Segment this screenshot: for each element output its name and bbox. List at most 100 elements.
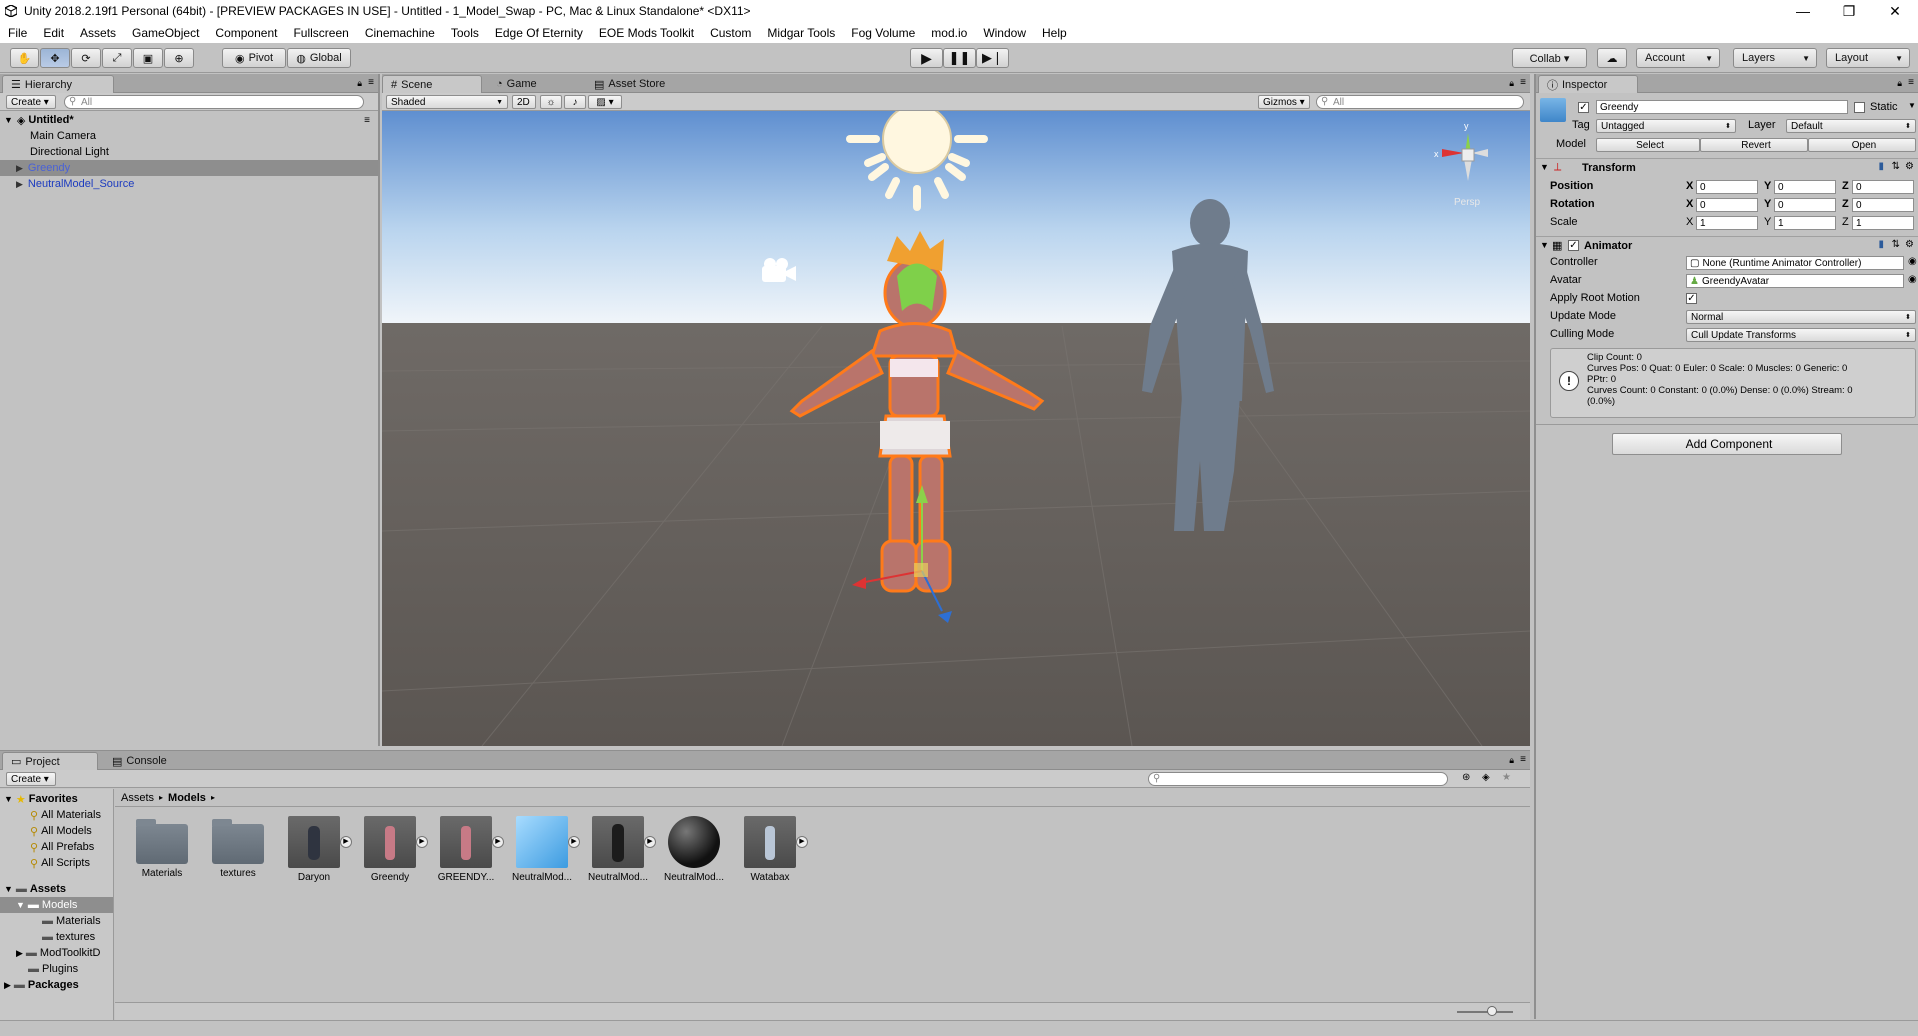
expand-model-icon[interactable]: ▶ [340, 836, 352, 848]
filter-type-icon[interactable]: ⊛ [1462, 772, 1470, 783]
layout-dropdown[interactable]: Layout ▼ [1826, 48, 1910, 68]
controller-field[interactable]: ▢ None (Runtime Animator Controller) [1686, 256, 1904, 270]
thumbnail-size-slider[interactable] [1457, 1011, 1513, 1013]
tab-game[interactable]: ◔ Game [488, 75, 584, 93]
menu-window[interactable]: Window [975, 26, 1034, 40]
effects-dropdown[interactable]: ▨ ▾ [588, 95, 622, 109]
panel-menu-icon[interactable]: ≡ [1520, 77, 1526, 88]
scale-y-field[interactable]: 1 [1774, 216, 1836, 230]
pivot-toggle[interactable]: ◉ Pivot [222, 48, 286, 68]
object-picker-icon[interactable]: ◉ [1908, 256, 1917, 267]
favorite-star-icon[interactable]: ★ [1502, 772, 1511, 783]
culling-mode-dropdown[interactable]: Cull Update Transforms ⬍ [1686, 328, 1916, 342]
global-toggle[interactable]: ◍ Global [287, 48, 351, 68]
hierarchy-search-input[interactable]: ⚲ All [64, 95, 364, 109]
scene-search-input[interactable]: ⚲ All [1316, 95, 1524, 109]
transform-header[interactable]: ▼ ⟂ Transform ▮ ⇅ ⚙ [1536, 158, 1918, 176]
project-search-input[interactable]: ⚲ [1148, 772, 1448, 786]
scene-menu-icon[interactable]: ≡ [364, 115, 370, 126]
minimize-button[interactable]: — [1780, 0, 1826, 22]
tree-item-modtoolkit[interactable]: ▶ ▬ ModToolkitD [0, 945, 113, 961]
active-checkbox[interactable]: ✓ [1578, 102, 1589, 113]
favorites-section[interactable]: ▼ ★ Favorites [0, 791, 113, 807]
transform-tool-button[interactable]: ⊕ [164, 48, 194, 68]
menu-tools[interactable]: Tools [443, 26, 487, 40]
model-open-button[interactable]: Open [1808, 138, 1916, 152]
scale-x-field[interactable]: 1 [1696, 216, 1758, 230]
preset-icon[interactable]: ⇅ [1892, 161, 1900, 172]
asset-greendy-upper-model[interactable]: ▶ GREENDY... [434, 816, 504, 883]
asset-greendy-model[interactable]: ▶ Greendy [358, 816, 428, 883]
scale-tool-button[interactable]: ⤢ [102, 48, 132, 68]
expand-model-icon[interactable]: ▶ [568, 836, 580, 848]
layer-dropdown[interactable]: Default ⬍ [1786, 119, 1916, 133]
object-picker-icon[interactable]: ◉ [1908, 274, 1917, 285]
tree-item-textures[interactable]: ▬ textures [0, 929, 113, 945]
favorite-all-prefabs[interactable]: ⚲ All Prefabs [0, 839, 113, 855]
lock-icon[interactable]: 🔒︎ [357, 78, 362, 89]
menu-component[interactable]: Component [207, 26, 285, 40]
tab-project[interactable]: ▭ Project [2, 752, 98, 770]
lock-icon[interactable]: 🔒︎ [1897, 78, 1902, 89]
tab-scene[interactable]: # Scene [382, 75, 482, 93]
model-revert-button[interactable]: Revert [1700, 138, 1808, 152]
lighting-toggle[interactable]: ☼ [540, 95, 562, 109]
menu-custom[interactable]: Custom [702, 26, 759, 40]
static-dropdown-arrow-icon[interactable]: ▼ [1908, 101, 1916, 110]
menu-edit[interactable]: Edit [35, 26, 72, 40]
menu-file[interactable]: File [0, 26, 35, 40]
menu-assets[interactable]: Assets [72, 26, 124, 40]
avatar-field[interactable]: ♟ GreendyAvatar [1686, 274, 1904, 288]
menu-modio[interactable]: mod.io [923, 26, 975, 40]
persp-label[interactable]: Persp [1454, 197, 1480, 208]
hand-tool-button[interactable]: ✋ [10, 48, 39, 68]
close-button[interactable]: ✕ [1872, 0, 1918, 22]
panel-menu-icon[interactable]: ≡ [1520, 754, 1526, 765]
tag-dropdown[interactable]: Untagged ⬍ [1596, 119, 1736, 133]
asset-neutralmodel-mesh[interactable]: ▶ NeutralMod... [586, 816, 656, 883]
tab-hierarchy[interactable]: ☰ Hierarchy [2, 75, 114, 93]
breadcrumb-models[interactable]: Models [168, 792, 206, 804]
menu-edge-of-eternity[interactable]: Edge Of Eternity [487, 26, 591, 40]
asset-textures-folder[interactable]: textures [206, 816, 270, 879]
hierarchy-item-main-camera[interactable]: Main Camera [0, 128, 378, 144]
favorite-all-scripts[interactable]: ⚲ All Scripts [0, 855, 113, 871]
panel-menu-icon[interactable]: ≡ [368, 77, 374, 88]
packages-section[interactable]: ▶ ▬ Packages [0, 977, 113, 993]
move-tool-button[interactable]: ✥ [40, 48, 70, 68]
tree-item-materials[interactable]: ▬ Materials [0, 913, 113, 929]
expand-model-icon[interactable]: ▶ [492, 836, 504, 848]
rect-tool-button[interactable]: ▣ [133, 48, 163, 68]
assets-section[interactable]: ▼ ▬ Assets [0, 881, 113, 897]
maximize-button[interactable]: ❐ [1826, 0, 1872, 22]
cloud-button[interactable]: ☁ [1597, 48, 1627, 68]
object-name-field[interactable]: Greendy [1596, 100, 1848, 114]
project-create-dropdown[interactable]: Create ▾ [6, 772, 56, 786]
favorite-all-models[interactable]: ⚲ All Models [0, 823, 113, 839]
help-book-icon[interactable]: ▮ [1878, 239, 1884, 250]
expand-model-icon[interactable]: ▶ [796, 836, 808, 848]
gear-icon[interactable]: ⚙ [1905, 161, 1914, 172]
apply-root-motion-checkbox[interactable]: ✓ [1686, 293, 1697, 304]
menu-fullscreen[interactable]: Fullscreen [285, 26, 356, 40]
rotation-z-field[interactable]: 0 [1852, 198, 1914, 212]
tab-console[interactable]: ▤ Console [104, 752, 200, 770]
position-z-field[interactable]: 0 [1852, 180, 1914, 194]
asset-neutralmodel-material[interactable]: NeutralMod... [662, 816, 726, 883]
filter-label-icon[interactable]: ◈ [1482, 772, 1490, 783]
asset-watabax-model[interactable]: ▶ Watabax [738, 816, 808, 883]
tree-item-models[interactable]: ▼ ▬ Models [0, 897, 113, 913]
hierarchy-item-neutralmodel-source[interactable]: ▶ NeutralModel_Source [0, 176, 378, 192]
help-book-icon[interactable]: ▮ [1878, 161, 1884, 172]
lock-icon[interactable]: 🔒︎ [1509, 78, 1514, 89]
scale-z-field[interactable]: 1 [1852, 216, 1914, 230]
scene-viewport[interactable]: x y Persp [382, 111, 1530, 746]
collab-button[interactable]: Collab ▾ [1512, 48, 1587, 68]
account-dropdown[interactable]: Account ▼ [1636, 48, 1720, 68]
update-mode-dropdown[interactable]: Normal ⬍ [1686, 310, 1916, 324]
asset-neutralmodel-prefab[interactable]: ▶ NeutralMod... [510, 816, 580, 883]
add-component-button[interactable]: Add Component [1612, 433, 1842, 455]
gizmos-dropdown[interactable]: Gizmos ▾ [1258, 95, 1310, 109]
asset-materials-folder[interactable]: Materials [130, 816, 194, 879]
menu-fog-volume[interactable]: Fog Volume [843, 26, 923, 40]
